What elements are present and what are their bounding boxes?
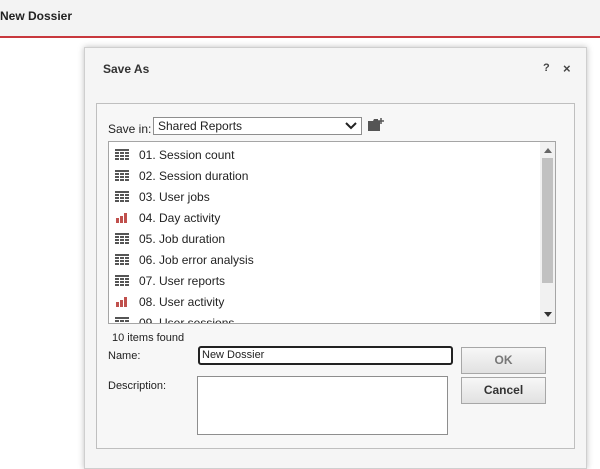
name-input[interactable]: New Dossier — [198, 346, 453, 365]
list-item[interactable]: 09. User sessions — [109, 312, 539, 324]
list-item[interactable]: 01. Session count — [109, 144, 539, 165]
bar-chart-icon — [116, 297, 127, 307]
dialog-title: Save As — [103, 62, 150, 76]
dialog-body: Save in: Shared Reports 01. Session coun… — [96, 103, 575, 449]
grid-report-icon — [115, 317, 129, 322]
list-item-label: 05. Job duration — [139, 232, 226, 246]
page-title: New Dossier — [0, 9, 73, 23]
list-item-label: 09. User sessions — [139, 316, 235, 324]
cancel-button[interactable]: Cancel — [461, 377, 546, 404]
list-item[interactable]: 05. Job duration — [109, 228, 539, 249]
chevron-down-icon — [345, 122, 357, 130]
help-icon[interactable]: ? — [543, 62, 550, 74]
list-item-label: 02. Session duration — [139, 169, 249, 183]
bar-chart-icon — [116, 213, 127, 223]
list-item-label: 03. User jobs — [139, 190, 210, 204]
grid-report-icon — [115, 233, 129, 244]
file-list[interactable]: 01. Session count 02. Session duration 03.… — [108, 141, 556, 324]
list-item[interactable]: 06. Job error analysis — [109, 249, 539, 270]
list-item-label: 04. Day activity — [139, 211, 221, 225]
grid-report-icon — [115, 149, 129, 160]
list-item-label: 06. Job error analysis — [139, 253, 254, 267]
list-scrollbar[interactable] — [540, 142, 555, 323]
scroll-thumb[interactable] — [542, 158, 553, 283]
list-item[interactable]: 04. Day activity — [109, 207, 539, 228]
description-label: Description: — [108, 380, 167, 392]
list-item[interactable]: 07. User reports — [109, 270, 539, 291]
list-item-label: 07. User reports — [139, 274, 226, 288]
close-icon[interactable]: × — [563, 61, 571, 76]
scroll-up-arrow-icon[interactable] — [544, 148, 552, 153]
name-label: Name: — [108, 350, 141, 362]
list-item-label: 01. Session count — [139, 148, 235, 162]
new-folder-icon[interactable] — [368, 118, 385, 132]
list-item-label: 08. User activity — [139, 295, 225, 309]
items-found-count: 10 items found — [112, 332, 185, 344]
scroll-down-arrow-icon[interactable] — [544, 312, 552, 317]
save-as-dialog: Save As ? × Save in: Shared Reports 01. … — [84, 47, 587, 469]
save-in-select[interactable]: Shared Reports — [153, 117, 362, 135]
description-input[interactable] — [197, 376, 448, 435]
ok-button[interactable]: OK — [461, 347, 546, 374]
header-bar: New Dossier — [0, 0, 600, 38]
list-item[interactable]: 08. User activity — [109, 291, 539, 312]
grid-report-icon — [115, 170, 129, 181]
grid-report-icon — [115, 254, 129, 265]
list-item[interactable]: 02. Session duration — [109, 165, 539, 186]
save-in-label: Save in: — [108, 122, 152, 136]
save-in-value: Shared Reports — [158, 119, 243, 133]
grid-report-icon — [115, 275, 129, 286]
grid-report-icon — [115, 191, 129, 202]
list-item[interactable]: 03. User jobs — [109, 186, 539, 207]
